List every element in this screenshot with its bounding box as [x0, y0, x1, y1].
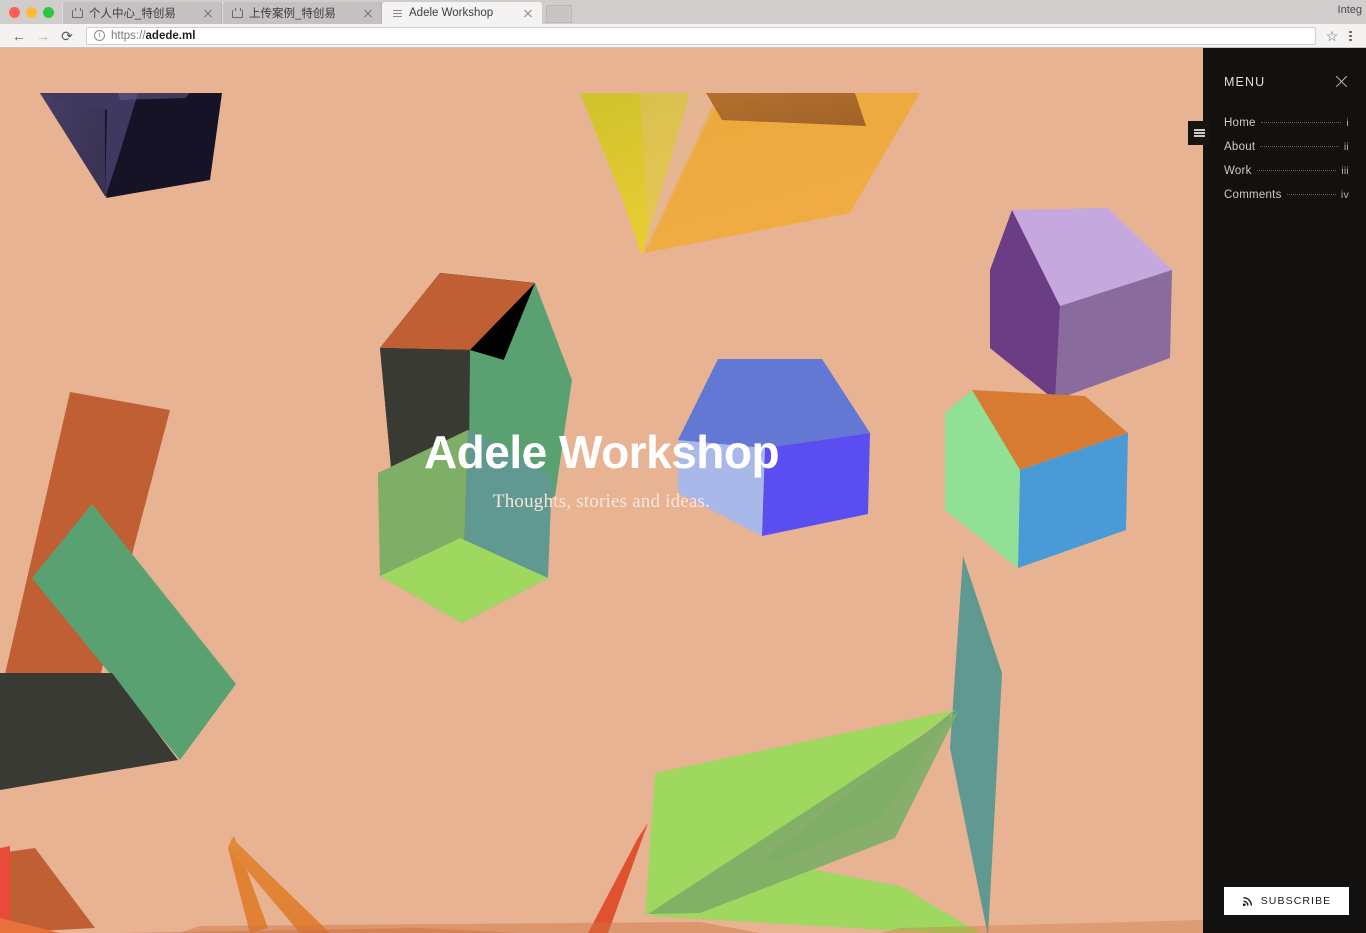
menu-item-label: About [1224, 141, 1256, 153]
menu-item-work[interactable]: Work iii [1224, 159, 1349, 183]
forward-icon[interactable]: → [32, 26, 54, 46]
side-menu-panel: MENU Home i About ii Work iii Comments i… [1203, 48, 1366, 933]
window-traffic-lights [0, 7, 62, 24]
close-icon[interactable] [1334, 74, 1349, 89]
dot-leader [1260, 146, 1339, 147]
tab-strip: 个人中心_特创易 上传案例_特创易 Adele Workshop Integ [0, 0, 1366, 24]
close-icon[interactable] [362, 7, 374, 19]
url-text: https://adede.ml [111, 30, 195, 42]
menu-item-label: Comments [1224, 189, 1282, 201]
dot-leader [1286, 194, 1336, 195]
menu-item-about[interactable]: About ii [1224, 135, 1349, 159]
menu-item-label: Home [1224, 117, 1256, 129]
window-right-label: Integ [1337, 4, 1362, 16]
new-tab-button[interactable] [546, 5, 572, 23]
close-icon[interactable] [522, 7, 534, 19]
menu-item-numeral: ii [1343, 141, 1349, 153]
maximize-window-button[interactable] [43, 7, 54, 18]
minimize-window-button[interactable] [26, 7, 37, 18]
box-icon [72, 7, 83, 19]
browser-tab-3-active[interactable]: Adele Workshop [382, 2, 542, 24]
hamburger-icon [1193, 129, 1205, 137]
menu-item-numeral: iv [1340, 189, 1349, 201]
menu-title: MENU [1224, 74, 1266, 89]
browser-tab-2[interactable]: 上传案例_特创易 [222, 2, 382, 24]
hero-background-art [0, 93, 1203, 933]
menu-item-numeral: i [1346, 117, 1349, 129]
tab-title: Adele Workshop [409, 7, 494, 19]
dot-leader [1256, 170, 1337, 171]
url-host: adede.ml [145, 29, 196, 42]
lines-icon [392, 8, 403, 19]
address-bar[interactable]: https://adede.ml [86, 26, 1316, 45]
menu-toggle-button[interactable] [1188, 121, 1210, 145]
close-window-button[interactable] [9, 7, 20, 18]
menu-item-label: Work [1224, 165, 1252, 177]
back-icon[interactable]: ← [8, 26, 30, 46]
subscribe-label: SUBSCRIBE [1260, 895, 1332, 907]
menu-item-comments[interactable]: Comments iv [1224, 183, 1349, 207]
menu-item-home[interactable]: Home i [1224, 111, 1349, 135]
bookmark-star-icon[interactable]: ☆ [1324, 28, 1340, 44]
page-viewport: Adele Workshop Thoughts, stories and ide… [0, 48, 1366, 933]
menu-list: Home i About ii Work iii Comments iv [1224, 111, 1349, 207]
reload-icon[interactable]: ⟳ [56, 26, 78, 46]
browser-tab-1[interactable]: 个人中心_特创易 [62, 2, 222, 24]
browser-chrome: 个人中心_特创易 上传案例_特创易 Adele Workshop Integ ←… [0, 0, 1366, 48]
hero-section: Adele Workshop Thoughts, stories and ide… [0, 48, 1203, 933]
chevron-down-icon[interactable] [579, 895, 625, 933]
site-info-icon[interactable] [94, 30, 105, 41]
rss-icon [1242, 895, 1254, 907]
tab-title: 上传案例_特创易 [249, 8, 336, 20]
menu-header: MENU [1224, 74, 1349, 89]
menu-item-numeral: iii [1341, 165, 1349, 177]
tab-title: 个人中心_特创易 [89, 8, 176, 20]
dot-leader [1260, 122, 1342, 123]
chrome-menu-icon[interactable] [1342, 28, 1358, 44]
box-icon [232, 7, 243, 19]
url-scheme: https:// [111, 29, 146, 42]
menu-spacer [1224, 207, 1349, 887]
subscribe-button[interactable]: SUBSCRIBE [1224, 887, 1349, 915]
browser-toolbar: ← → ⟳ https://adede.ml ☆ [0, 24, 1366, 48]
close-icon[interactable] [202, 7, 214, 19]
